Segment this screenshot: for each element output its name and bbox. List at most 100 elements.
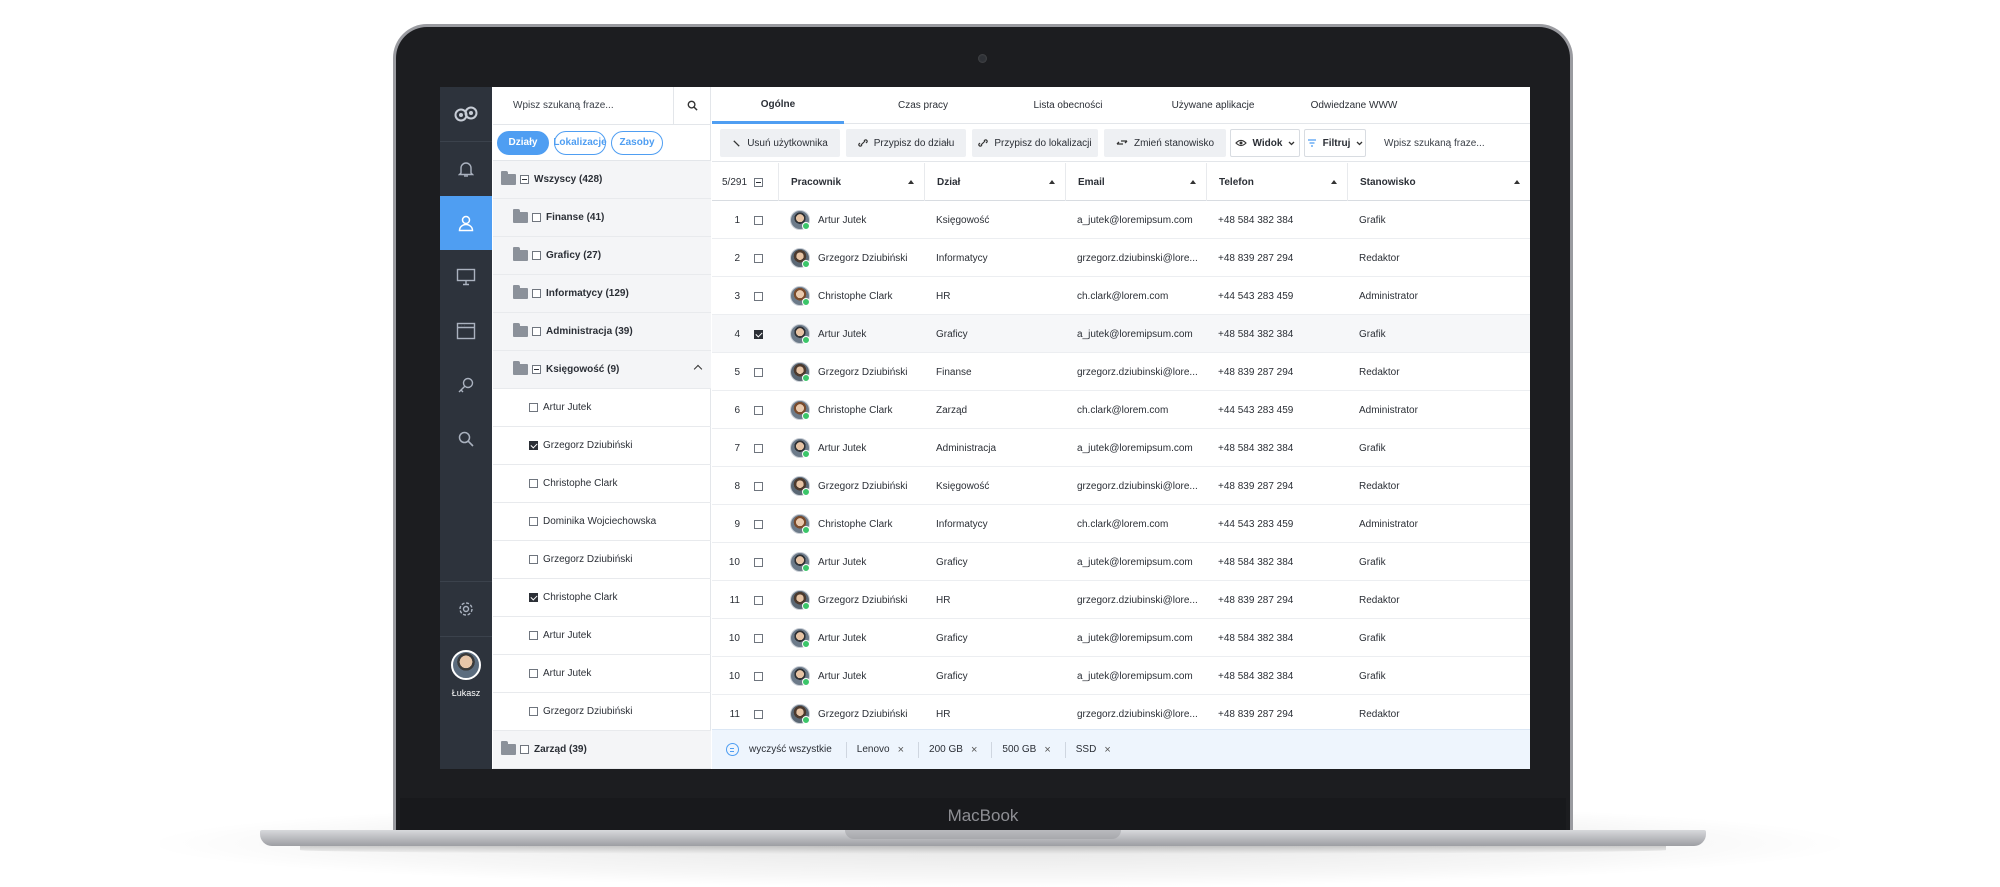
tree-employee[interactable]: Christophe Clark — [493, 579, 711, 617]
row-checkbox[interactable] — [754, 481, 763, 491]
row-checkbox[interactable] — [754, 633, 763, 643]
tree-checkbox[interactable] — [529, 479, 538, 488]
clear-filters-icon[interactable] — [726, 743, 739, 756]
tree-employee[interactable]: Grzegorz Dziubiński — [493, 693, 711, 731]
tree-employee[interactable]: Grzegorz Dziubiński — [493, 541, 711, 579]
tree-checkbox[interactable] — [532, 327, 541, 336]
select-all-checkbox[interactable] — [754, 177, 763, 187]
rail-notifications[interactable] — [440, 142, 492, 196]
tree-checkbox[interactable] — [532, 289, 541, 298]
row-checkbox[interactable] — [754, 709, 763, 719]
table-row[interactable]: 1 Artur Jutek Księgowość a_jutek@loremipsum… — [712, 201, 1530, 239]
tree-checkbox[interactable] — [532, 365, 541, 374]
filter-tab-locations[interactable]: Lokalizacje — [553, 130, 607, 155]
tree-checkbox[interactable] — [529, 441, 538, 450]
table-row[interactable]: 3 Christophe Clark HR ch.clark@lorem.com +44… — [712, 277, 1530, 315]
row-checkbox[interactable] — [754, 405, 763, 415]
row-checkbox[interactable] — [754, 443, 763, 453]
tree-folder[interactable]: Zarząd (39) — [493, 731, 711, 769]
panel-search-input[interactable] — [513, 100, 663, 111]
row-checkbox[interactable] — [754, 595, 763, 605]
tree-checkbox[interactable] — [532, 213, 541, 222]
filter-dropdown[interactable]: Filtruj — [1304, 129, 1366, 157]
row-checkbox[interactable] — [754, 367, 763, 377]
tree-employee[interactable]: Artur Jutek — [493, 617, 711, 655]
clear-all-link[interactable]: wyczyść wszystkie — [749, 744, 832, 755]
column-phone[interactable]: Telefon — [1206, 163, 1347, 201]
row-checkbox[interactable] — [754, 291, 763, 301]
assign-dept-button[interactable]: Przypisz do działu — [846, 129, 966, 157]
column-position[interactable]: Stanowisko — [1347, 163, 1530, 201]
tree-checkbox[interactable] — [520, 745, 529, 754]
user-avatar[interactable] — [451, 650, 481, 680]
view-dropdown[interactable]: Widok — [1230, 129, 1300, 157]
filter-tab-resources[interactable]: Zasoby — [611, 130, 663, 155]
app-logo[interactable] — [440, 87, 492, 141]
column-email[interactable]: Email — [1065, 163, 1206, 201]
tree-checkbox[interactable] — [532, 251, 541, 260]
tab-attendance[interactable]: Lista obecności — [1002, 87, 1134, 124]
rail-tools[interactable] — [440, 358, 492, 412]
row-checkbox[interactable] — [754, 253, 763, 263]
table-row[interactable]: 10 Artur Jutek Graficy a_jutek@loremipsum.c… — [712, 619, 1530, 657]
rail-computers[interactable] — [440, 250, 492, 304]
tree-checkbox[interactable] — [529, 593, 538, 602]
rail-settings[interactable] — [440, 582, 492, 636]
tab-work-time[interactable]: Czas pracy — [857, 87, 989, 124]
tree-employee[interactable]: Artur Jutek — [493, 655, 711, 693]
table-row[interactable]: 9 Christophe Clark Informatycy ch.clark@lor… — [712, 505, 1530, 543]
table-row[interactable]: 10 Artur Jutek Graficy a_jutek@loremipsum.c… — [712, 543, 1530, 581]
tree-folder[interactable]: Informatycy (129) — [493, 275, 711, 313]
tree-folder[interactable]: Graficy (27) — [493, 237, 711, 275]
row-number: 4 — [734, 328, 740, 340]
filter-tab-departments[interactable]: Działy — [497, 130, 549, 155]
remove-chip-icon[interactable]: × — [1044, 744, 1050, 756]
table-row[interactable]: 7 Artur Jutek Administracja a_jutek@loremip… — [712, 429, 1530, 467]
table-row[interactable]: 11 Grzegorz Dziubiński HR grzegorz.dziubins… — [712, 695, 1530, 733]
tree-folder[interactable]: Administracja (39) — [493, 313, 711, 351]
row-checkbox[interactable] — [754, 329, 763, 339]
tree-checkbox[interactable] — [529, 403, 538, 412]
remove-chip-icon[interactable]: × — [971, 744, 977, 756]
column-department[interactable]: Dział — [924, 163, 1065, 201]
rail-users[interactable] — [440, 196, 492, 250]
table-row[interactable]: 10 Artur Jutek Graficy a_jutek@loremipsum.c… — [712, 657, 1530, 695]
remove-chip-icon[interactable]: × — [898, 744, 904, 756]
tree-employee[interactable]: Grzegorz Dziubiński — [493, 427, 711, 465]
tree-folder[interactable]: Finanse (41) — [493, 199, 711, 237]
tree-checkbox[interactable] — [529, 631, 538, 640]
table-row[interactable]: 11 Grzegorz Dziubiński HR grzegorz.dziubins… — [712, 581, 1530, 619]
tab-general[interactable]: Ogólne — [712, 87, 844, 124]
rail-search[interactable] — [440, 412, 492, 466]
change-position-button[interactable]: Zmień stanowisko — [1104, 129, 1226, 157]
row-checkbox[interactable] — [754, 215, 763, 225]
tree-checkbox[interactable] — [520, 175, 529, 184]
tree-employee[interactable]: Artur Jutek — [493, 389, 711, 427]
tab-visited-www[interactable]: Odwiedzane WWW — [1288, 87, 1420, 124]
table-row[interactable]: 8 Grzegorz Dziubiński Księgowość grzegorz.d… — [712, 467, 1530, 505]
tree-folder[interactable]: Wszyscy (428) — [493, 161, 711, 199]
row-checkbox[interactable] — [754, 557, 763, 567]
tree-employee[interactable]: Dominika Wojciechowska — [493, 503, 711, 541]
table-search-input[interactable] — [1372, 129, 1522, 157]
table-row[interactable]: 2 Grzegorz Dziubiński Informatycy grzegorz.… — [712, 239, 1530, 277]
panel-search-button[interactable] — [673, 87, 711, 124]
column-employee[interactable]: Pracownik — [778, 163, 924, 201]
tree-checkbox[interactable] — [529, 707, 538, 716]
tree-employee[interactable]: Christophe Clark — [493, 465, 711, 503]
table-row[interactable]: 6 Christophe Clark Zarząd ch.clark@lorem.co… — [712, 391, 1530, 429]
tree-checkbox[interactable] — [529, 669, 538, 678]
tab-used-apps[interactable]: Używane aplikacje — [1147, 87, 1279, 124]
tree-checkbox[interactable] — [529, 517, 538, 526]
table-row[interactable]: 4 Artur Jutek Graficy a_jutek@loremipsum.co… — [712, 315, 1530, 353]
assign-location-button[interactable]: Przypisz do lokalizacji — [972, 129, 1098, 157]
row-checkbox[interactable] — [754, 671, 763, 681]
remove-chip-icon[interactable]: × — [1104, 744, 1110, 756]
tree-folder[interactable]: Księgowość (9) — [493, 351, 711, 389]
row-checkbox[interactable] — [754, 519, 763, 529]
rail-applications[interactable] — [440, 304, 492, 358]
tree-checkbox[interactable] — [529, 555, 538, 564]
table-row[interactable]: 5 Grzegorz Dziubiński Finanse grzegorz.dziu… — [712, 353, 1530, 391]
remove-user-button[interactable]: Usuń użytkownika — [720, 129, 840, 157]
collapse-icon[interactable] — [693, 364, 703, 374]
